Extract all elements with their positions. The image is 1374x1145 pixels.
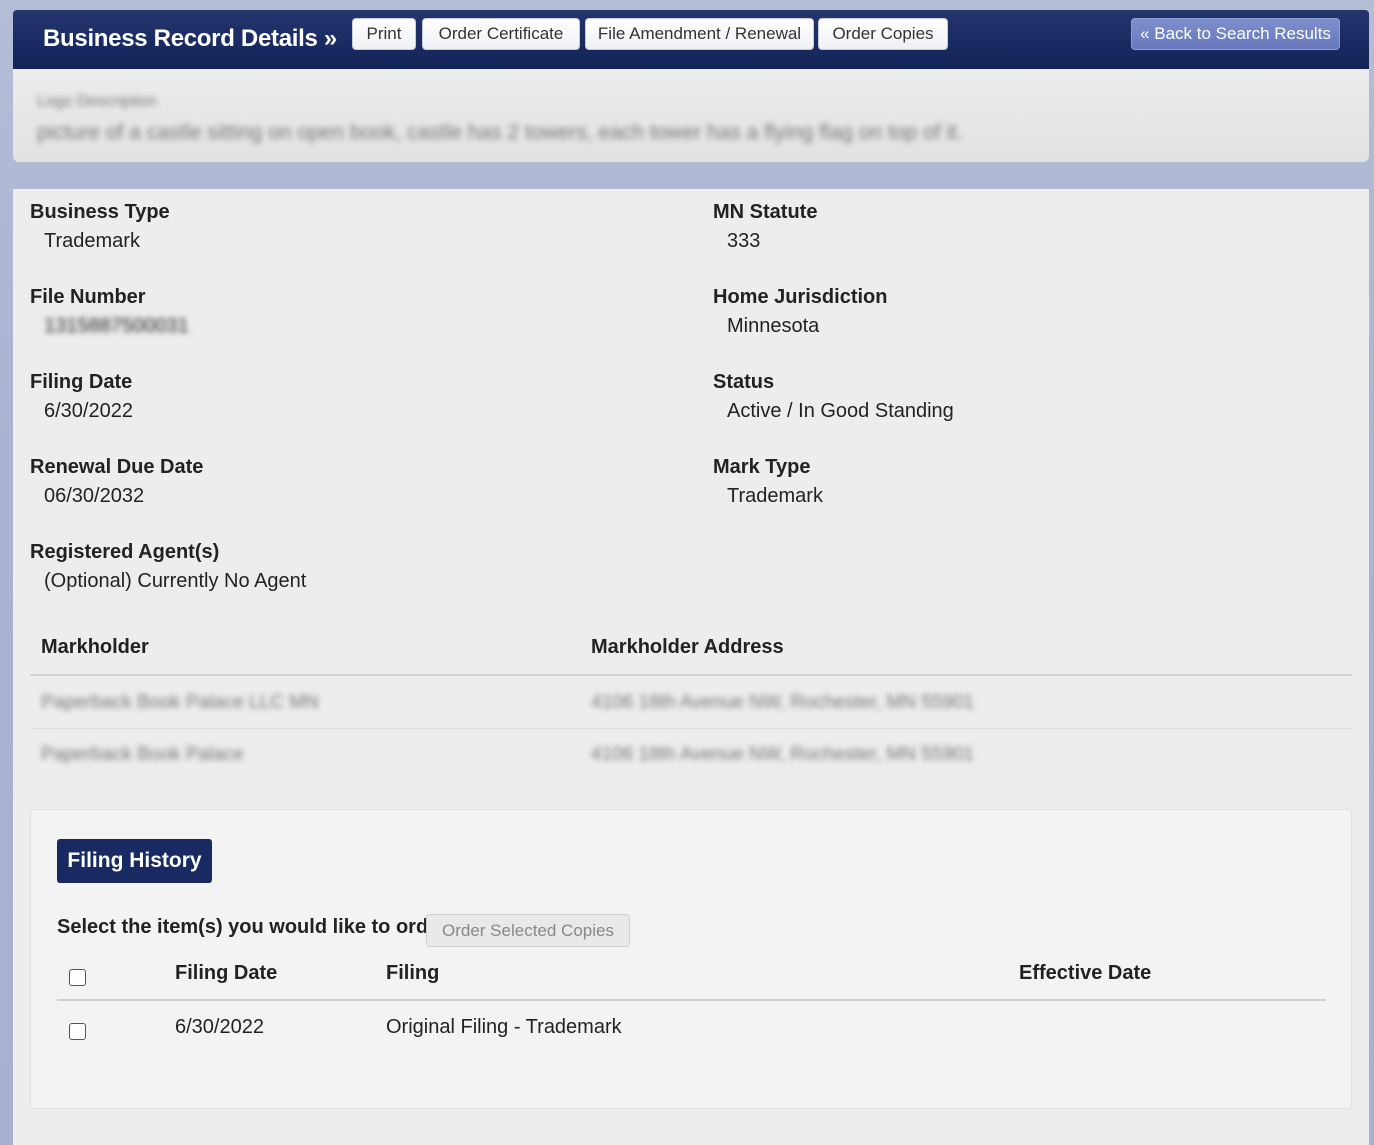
- filing-date-label: Filing Date: [30, 371, 133, 393]
- row-filing-date: 6/30/2022: [175, 1016, 264, 1038]
- markholder-header: Markholder: [41, 636, 149, 658]
- record-details-panel: Business Type Trademark MN Statute 333 F…: [13, 189, 1369, 1145]
- registered-agent-field: Registered Agent(s) (Optional) Currently…: [30, 541, 306, 593]
- mark-type-label: Mark Type: [713, 456, 811, 478]
- select-all-checkbox[interactable]: [69, 969, 86, 986]
- file-amendment-renewal-button[interactable]: File Amendment / Renewal: [585, 18, 814, 50]
- mn-statute-field: MN Statute 333: [713, 201, 817, 253]
- file-number-value: 1315887500031: [44, 315, 189, 337]
- page-title: Business Record Details »: [43, 25, 337, 52]
- registered-agent-value: (Optional) Currently No Agent: [44, 570, 307, 592]
- business-type-value: Trademark: [44, 230, 140, 252]
- home-jurisdiction-label: Home Jurisdiction: [713, 286, 888, 308]
- filing-column-header: Filing: [386, 962, 440, 984]
- registered-agent-label: Registered Agent(s): [30, 541, 220, 563]
- filing-date-column-header: Filing Date: [175, 962, 278, 984]
- order-copies-button[interactable]: Order Copies: [818, 18, 948, 50]
- logo-description-label: Logo Description: [37, 93, 158, 110]
- business-type-field: Business Type Trademark: [30, 201, 170, 253]
- file-number-label: File Number: [30, 286, 146, 308]
- back-to-search-results-button[interactable]: « Back to Search Results: [1131, 18, 1340, 50]
- renewal-due-date-value: 06/30/2032: [44, 485, 145, 507]
- logo-description-panel: Logo Description picture of a castle sit…: [13, 69, 1369, 162]
- home-jurisdiction-field: Home Jurisdiction Minnesota: [713, 286, 887, 338]
- status-value: Active / In Good Standing: [727, 400, 954, 422]
- row-filing: Original Filing - Trademark: [386, 1016, 622, 1038]
- row-divider: [30, 728, 1352, 729]
- markholder-address: 4106 18th Avenue NW, Rochester, MN 55901: [591, 692, 975, 713]
- home-jurisdiction-value: Minnesota: [727, 315, 820, 337]
- mn-statute-label: MN Statute: [713, 201, 818, 223]
- markholder-address: 4106 18th Avenue NW, Rochester, MN 55901: [591, 744, 975, 765]
- file-number-field: File Number 1315887500031: [30, 286, 189, 338]
- mn-statute-value: 333: [727, 230, 761, 252]
- filing-date-value: 6/30/2022: [44, 400, 133, 422]
- order-certificate-button[interactable]: Order Certificate: [422, 18, 580, 50]
- filing-history-header-divider: [57, 999, 1326, 1001]
- markholder-header-divider: [30, 674, 1352, 676]
- renewal-due-date-field: Renewal Due Date 06/30/2032: [30, 456, 203, 508]
- status-label: Status: [713, 371, 775, 393]
- select-items-label: Select the item(s) you would like to ord…: [57, 916, 454, 938]
- filing-history-tab[interactable]: Filing History: [57, 839, 212, 883]
- filing-date-field: Filing Date 6/30/2022: [30, 371, 133, 423]
- header-bar: Business Record Details » Print Order Ce…: [13, 10, 1369, 69]
- print-button[interactable]: Print: [352, 18, 416, 50]
- mark-type-value: Trademark: [727, 485, 823, 507]
- mark-type-field: Mark Type Trademark: [713, 456, 823, 508]
- business-type-label: Business Type: [30, 201, 170, 223]
- status-field: Status Active / In Good Standing: [713, 371, 954, 423]
- filing-history-panel: Filing History Select the item(s) you wo…: [30, 809, 1352, 1109]
- markholder-name: Paperback Book Palace LLC MN: [41, 692, 319, 713]
- row-select-checkbox[interactable]: [69, 1023, 86, 1040]
- renewal-due-date-label: Renewal Due Date: [30, 456, 204, 478]
- order-selected-copies-button[interactable]: Order Selected Copies: [426, 914, 630, 947]
- effective-date-column-header: Effective Date: [1019, 962, 1152, 984]
- markholder-address-header: Markholder Address: [591, 636, 784, 658]
- logo-description-text: picture of a castle sitting on open book…: [37, 121, 963, 144]
- markholder-name: Paperback Book Palace: [41, 744, 244, 765]
